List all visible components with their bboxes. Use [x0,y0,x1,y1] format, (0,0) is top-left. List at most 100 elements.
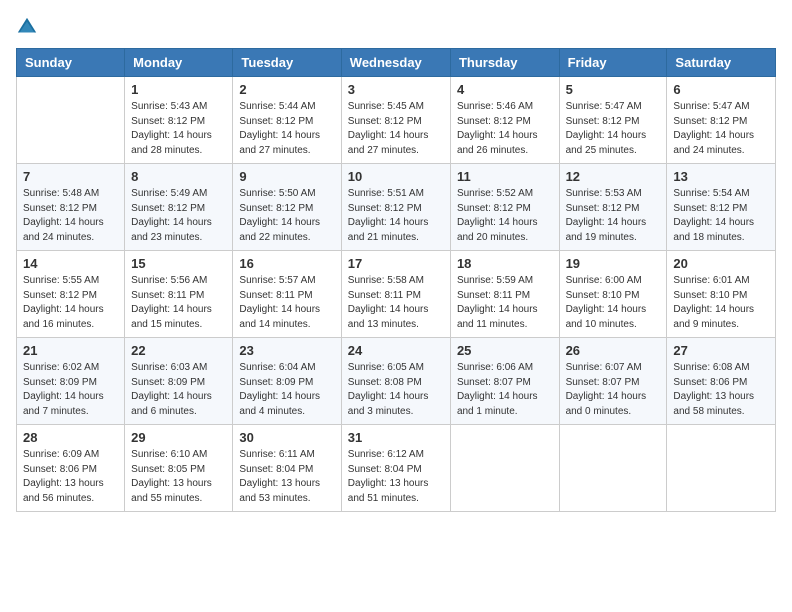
day-number: 28 [23,430,118,445]
calendar-day-cell: 1 Sunrise: 5:43 AMSunset: 8:12 PMDaylight… [125,77,233,164]
calendar-day-cell: 29 Sunrise: 6:10 AMSunset: 8:05 PMDayligh… [125,425,233,512]
day-number: 13 [673,169,769,184]
calendar-week-row: 1 Sunrise: 5:43 AMSunset: 8:12 PMDaylight… [17,77,776,164]
calendar-week-row: 14Sunrise: 5:55 AMSunset: 8:12 PMDayligh… [17,251,776,338]
calendar-day-cell: 12Sunrise: 5:53 AMSunset: 8:12 PMDayligh… [559,164,667,251]
column-header-friday: Friday [559,49,667,77]
calendar-day-cell: 7 Sunrise: 5:48 AMSunset: 8:12 PMDaylight… [17,164,125,251]
day-number: 21 [23,343,118,358]
day-number: 19 [566,256,661,271]
page-header [16,16,776,38]
day-number: 14 [23,256,118,271]
calendar-week-row: 28 Sunrise: 6:09 AMSunset: 8:06 PMDayligh… [17,425,776,512]
day-info: Sunrise: 5:45 AMSunset: 8:12 PMDaylight:… [348,100,444,158]
day-number: 6 [673,82,769,97]
day-info: Sunrise: 6:05 AMSunset: 8:08 PMDaylight:… [348,361,444,419]
calendar-day-cell: 4Sunrise: 5:46 AMSunset: 8:12 PMDaylight… [450,77,559,164]
column-header-monday: Monday [125,49,233,77]
calendar-day-cell: 6 Sunrise: 5:47 AMSunset: 8:12 PMDaylight… [667,77,776,164]
day-number: 15 [131,256,226,271]
calendar-week-row: 21 Sunrise: 6:02 AMSunset: 8:09 PMDayligh… [17,338,776,425]
calendar-day-cell: 27 Sunrise: 6:08 AMSunset: 8:06 PMDayligh… [667,338,776,425]
calendar-day-cell: 22 Sunrise: 6:03 AMSunset: 8:09 PMDayligh… [125,338,233,425]
column-header-wednesday: Wednesday [341,49,450,77]
day-number: 1 [131,82,226,97]
day-number: 31 [348,430,444,445]
day-number: 10 [348,169,444,184]
day-number: 5 [566,82,661,97]
day-info: Sunrise: 6:03 AMSunset: 8:09 PMDaylight:… [131,361,226,419]
day-number: 11 [457,169,553,184]
empty-cell [17,77,125,164]
day-number: 18 [457,256,553,271]
calendar-day-cell: 9 Sunrise: 5:50 AMSunset: 8:12 PMDaylight… [233,164,341,251]
day-info: Sunrise: 5:44 AMSunset: 8:12 PMDaylight:… [239,100,334,158]
day-info: Sunrise: 5:50 AMSunset: 8:12 PMDaylight:… [239,187,334,245]
calendar-header-row: SundayMondayTuesdayWednesdayThursdayFrid… [17,49,776,77]
calendar-day-cell: 23 Sunrise: 6:04 AMSunset: 8:09 PMDayligh… [233,338,341,425]
calendar-day-cell: 10 Sunrise: 5:51 AMSunset: 8:12 PMDayligh… [341,164,450,251]
calendar-day-cell: 25 Sunrise: 6:06 AMSunset: 8:07 PMDayligh… [450,338,559,425]
calendar-week-row: 7 Sunrise: 5:48 AMSunset: 8:12 PMDaylight… [17,164,776,251]
day-info: Sunrise: 5:57 AMSunset: 8:11 PMDaylight:… [239,274,334,332]
calendar-day-cell: 26 Sunrise: 6:07 AMSunset: 8:07 PMDayligh… [559,338,667,425]
column-header-thursday: Thursday [450,49,559,77]
day-number: 30 [239,430,334,445]
day-number: 16 [239,256,334,271]
day-info: Sunrise: 6:04 AMSunset: 8:09 PMDaylight:… [239,361,334,419]
day-number: 8 [131,169,226,184]
calendar-day-cell: 28 Sunrise: 6:09 AMSunset: 8:06 PMDayligh… [17,425,125,512]
day-info: Sunrise: 6:12 AMSunset: 8:04 PMDaylight:… [348,448,444,506]
day-info: Sunrise: 5:47 AMSunset: 8:12 PMDaylight:… [673,100,769,158]
day-number: 12 [566,169,661,184]
calendar-day-cell: 18Sunrise: 5:59 AMSunset: 8:11 PMDayligh… [450,251,559,338]
calendar-table: SundayMondayTuesdayWednesdayThursdayFrid… [16,48,776,512]
calendar-day-cell: 16 Sunrise: 5:57 AMSunset: 8:11 PMDayligh… [233,251,341,338]
calendar-day-cell: 20Sunrise: 6:01 AMSunset: 8:10 PMDayligh… [667,251,776,338]
calendar-day-cell: 3 Sunrise: 5:45 AMSunset: 8:12 PMDaylight… [341,77,450,164]
day-info: Sunrise: 6:11 AMSunset: 8:04 PMDaylight:… [239,448,334,506]
calendar-day-cell: 19 Sunrise: 6:00 AMSunset: 8:10 PMDayligh… [559,251,667,338]
day-number: 9 [239,169,334,184]
day-info: Sunrise: 6:07 AMSunset: 8:07 PMDaylight:… [566,361,661,419]
column-header-saturday: Saturday [667,49,776,77]
calendar-day-cell: 24Sunrise: 6:05 AMSunset: 8:08 PMDayligh… [341,338,450,425]
day-number: 3 [348,82,444,97]
day-info: Sunrise: 5:43 AMSunset: 8:12 PMDaylight:… [131,100,226,158]
day-number: 7 [23,169,118,184]
day-number: 2 [239,82,334,97]
day-info: Sunrise: 5:54 AMSunset: 8:12 PMDaylight:… [673,187,769,245]
calendar-day-cell: 5 Sunrise: 5:47 AMSunset: 8:12 PMDaylight… [559,77,667,164]
day-number: 22 [131,343,226,358]
logo [16,16,42,38]
day-number: 25 [457,343,553,358]
empty-cell [667,425,776,512]
day-info: Sunrise: 6:09 AMSunset: 8:06 PMDaylight:… [23,448,118,506]
day-number: 29 [131,430,226,445]
day-info: Sunrise: 5:52 AMSunset: 8:12 PMDaylight:… [457,187,553,245]
logo-icon [16,16,38,38]
column-header-tuesday: Tuesday [233,49,341,77]
empty-cell [559,425,667,512]
calendar-day-cell: 21 Sunrise: 6:02 AMSunset: 8:09 PMDayligh… [17,338,125,425]
day-info: Sunrise: 5:48 AMSunset: 8:12 PMDaylight:… [23,187,118,245]
day-info: Sunrise: 6:08 AMSunset: 8:06 PMDaylight:… [673,361,769,419]
calendar-day-cell: 31 Sunrise: 6:12 AMSunset: 8:04 PMDayligh… [341,425,450,512]
day-number: 17 [348,256,444,271]
calendar-day-cell: 13 Sunrise: 5:54 AMSunset: 8:12 PMDayligh… [667,164,776,251]
calendar-day-cell: 30 Sunrise: 6:11 AMSunset: 8:04 PMDayligh… [233,425,341,512]
day-info: Sunrise: 6:06 AMSunset: 8:07 PMDaylight:… [457,361,553,419]
day-number: 23 [239,343,334,358]
day-number: 4 [457,82,553,97]
day-info: Sunrise: 5:51 AMSunset: 8:12 PMDaylight:… [348,187,444,245]
day-info: Sunrise: 5:56 AMSunset: 8:11 PMDaylight:… [131,274,226,332]
calendar-day-cell: 17Sunrise: 5:58 AMSunset: 8:11 PMDayligh… [341,251,450,338]
day-info: Sunrise: 6:02 AMSunset: 8:09 PMDaylight:… [23,361,118,419]
day-info: Sunrise: 6:00 AMSunset: 8:10 PMDaylight:… [566,274,661,332]
day-info: Sunrise: 5:49 AMSunset: 8:12 PMDaylight:… [131,187,226,245]
day-number: 20 [673,256,769,271]
day-number: 27 [673,343,769,358]
day-info: Sunrise: 6:10 AMSunset: 8:05 PMDaylight:… [131,448,226,506]
day-info: Sunrise: 5:47 AMSunset: 8:12 PMDaylight:… [566,100,661,158]
day-number: 26 [566,343,661,358]
